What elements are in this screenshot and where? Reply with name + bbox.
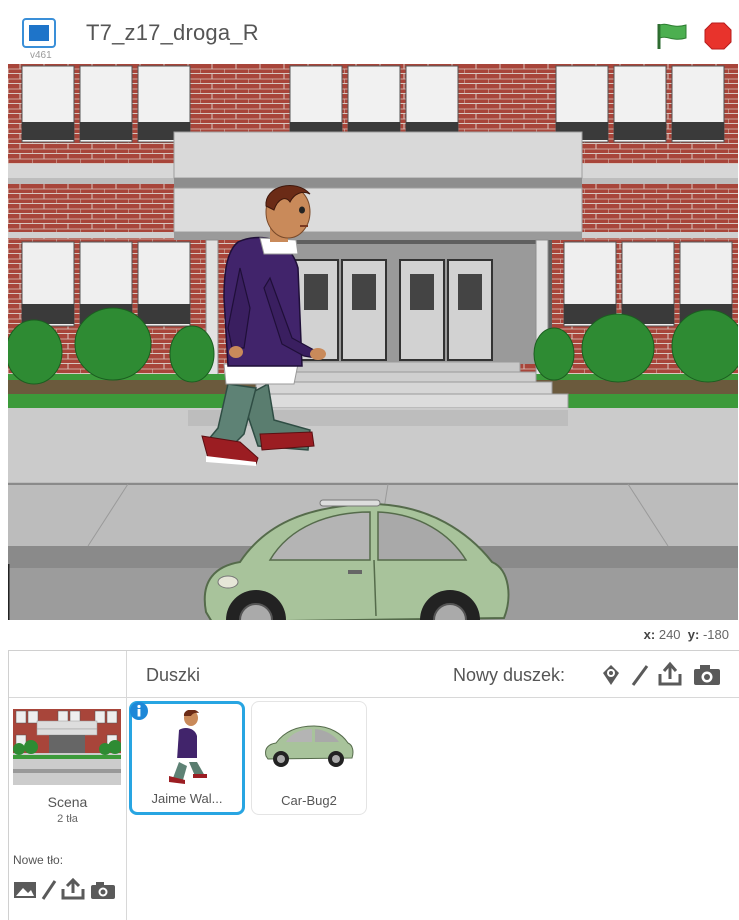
camera-icon[interactable] — [693, 663, 721, 687]
new-backdrop-label: Nowe tło: — [13, 853, 64, 867]
stop-icon[interactable] — [704, 22, 732, 50]
x-value: 240 — [658, 627, 681, 642]
camera-icon[interactable] — [91, 882, 115, 899]
scene-label: Scena — [47, 794, 88, 810]
green-flag-icon[interactable] — [655, 21, 689, 51]
project-title: T7_z17_droga_R — [86, 20, 259, 45]
backdrop-count: 2 tła — [57, 813, 78, 825]
mouse-coordinates: x: 240 y: -180 — [644, 627, 729, 642]
upload-icon[interactable] — [61, 877, 85, 900]
sprite-library-icon[interactable] — [599, 663, 623, 687]
x-label: x: — [643, 627, 656, 642]
paint-icon[interactable] — [630, 663, 650, 687]
fullscreen-icon[interactable] — [22, 18, 56, 48]
paint-icon[interactable] — [41, 880, 57, 900]
y-value: -180 — [702, 627, 729, 642]
car-thumbnail — [265, 725, 354, 767]
upload-icon[interactable] — [657, 661, 683, 687]
image-library-icon[interactable] — [14, 882, 36, 898]
jaime-thumbnail — [169, 710, 207, 784]
stage[interactable] — [8, 64, 738, 620]
scene-panel: Scena 2 tła Nowe tło: — [9, 651, 127, 920]
y-label: y: — [687, 627, 700, 642]
sprite-name: Jaime Wal... — [151, 791, 223, 806]
sprites-title: Duszki — [146, 665, 201, 685]
info-icon[interactable] — [129, 701, 149, 721]
scene-thumbnail[interactable] — [13, 709, 121, 785]
sprite-tile-car[interactable]: Car-Bug2 — [251, 701, 367, 815]
version-label: v461 — [30, 50, 52, 61]
sprite-pane: Scena 2 tła Nowe tło: Duszki Nowy duszek… — [8, 650, 739, 920]
sprite-name: Car-Bug2 — [281, 793, 337, 808]
new-sprite-label: Nowy duszek: — [453, 665, 566, 685]
sprites-header: Duszki Nowy duszek: — [127, 651, 739, 698]
title-bar: v461 T7_z17_droga_R — [0, 0, 739, 62]
new-backdrop-tools — [14, 877, 115, 900]
sprite-tile-jaime[interactable]: Jaime Wal... — [129, 701, 245, 815]
